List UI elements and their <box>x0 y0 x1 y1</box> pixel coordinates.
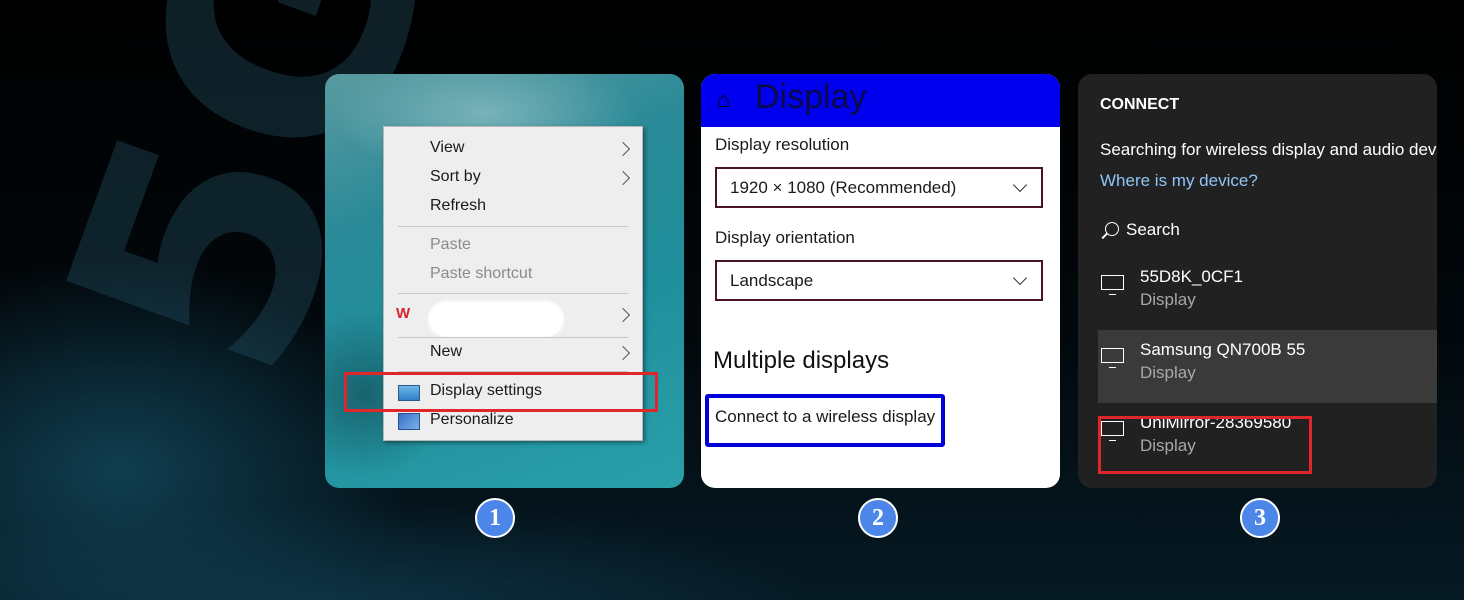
step-badge-3: 3 <box>1240 498 1280 538</box>
chevron-right-icon <box>615 345 631 361</box>
menu-item-view[interactable]: View <box>430 139 464 157</box>
menu-separator <box>398 337 628 338</box>
chevron-down-icon <box>1012 177 1028 193</box>
chevron-right-icon <box>615 307 631 323</box>
resolution-value: 1920 × 1080 (Recommended) <box>730 177 957 197</box>
resolution-dropdown[interactable]: 1920 × 1080 (Recommended) <box>715 167 1043 208</box>
menu-item-personalize[interactable]: Personalize <box>430 411 514 429</box>
device-item[interactable]: Samsung QN700B 55 Display <box>1098 330 1437 403</box>
page-title: Display <box>755 78 867 116</box>
menu-item-paste-shortcut[interactable]: Paste shortcut <box>430 265 532 283</box>
step1-desktop-panel: View Sort by Refresh Paste Paste shortcu… <box>325 74 684 488</box>
device-name: 55D8K_0CF1 <box>1140 267 1244 286</box>
settings-header: ⌂ Display <box>701 74 1060 127</box>
chevron-right-icon <box>615 170 631 186</box>
menu-item-refresh[interactable]: Refresh <box>430 197 486 215</box>
orientation-value: Landscape <box>730 270 814 290</box>
step2-display-settings-panel: ⌂ Display Display resolution 1920 × 1080… <box>701 74 1060 488</box>
menu-item-paste[interactable]: Paste <box>430 236 471 254</box>
device-type: Display <box>1140 290 1196 309</box>
monitor-icon <box>1101 275 1124 295</box>
menu-item-new[interactable]: New <box>430 343 462 361</box>
connect-title: CONNECT <box>1100 96 1180 113</box>
search-label: Search <box>1126 220 1180 239</box>
wps-logo-icon: W <box>396 305 411 322</box>
resolution-label: Display resolution <box>715 135 850 154</box>
personalize-icon <box>398 413 420 430</box>
chevron-right-icon <box>615 141 631 157</box>
menu-item-sort-by[interactable]: Sort by <box>430 168 481 186</box>
where-is-my-device-link[interactable]: Where is my device? <box>1100 171 1258 191</box>
searching-status: Searching for wireless display and audio… <box>1100 140 1437 159</box>
step-badge-1: 1 <box>475 498 515 538</box>
connect-wireless-display-link[interactable]: Connect to a wireless display <box>715 407 935 427</box>
step-badge-2: 2 <box>858 498 898 538</box>
highlight-unimirror-device <box>1098 416 1312 474</box>
obscured-menu-item[interactable] <box>428 301 564 337</box>
menu-separator <box>398 293 628 294</box>
orientation-dropdown[interactable]: Landscape <box>715 260 1043 301</box>
device-name: Samsung QN700B 55 <box>1140 340 1306 359</box>
multiple-displays-heading: Multiple displays <box>713 347 890 374</box>
orientation-label: Display orientation <box>715 228 855 247</box>
monitor-icon <box>1101 348 1124 368</box>
step3-connect-panel: CONNECT Searching for wireless display a… <box>1078 74 1437 488</box>
search-button[interactable]: Search <box>1100 220 1220 244</box>
device-type: Display <box>1140 363 1196 382</box>
menu-separator <box>398 226 628 227</box>
chevron-down-icon <box>1012 270 1028 286</box>
highlight-display-settings <box>344 372 658 412</box>
device-item[interactable]: 55D8K_0CF1 Display <box>1098 257 1437 330</box>
home-icon[interactable]: ⌂ <box>717 89 739 111</box>
search-icon <box>1105 222 1119 236</box>
